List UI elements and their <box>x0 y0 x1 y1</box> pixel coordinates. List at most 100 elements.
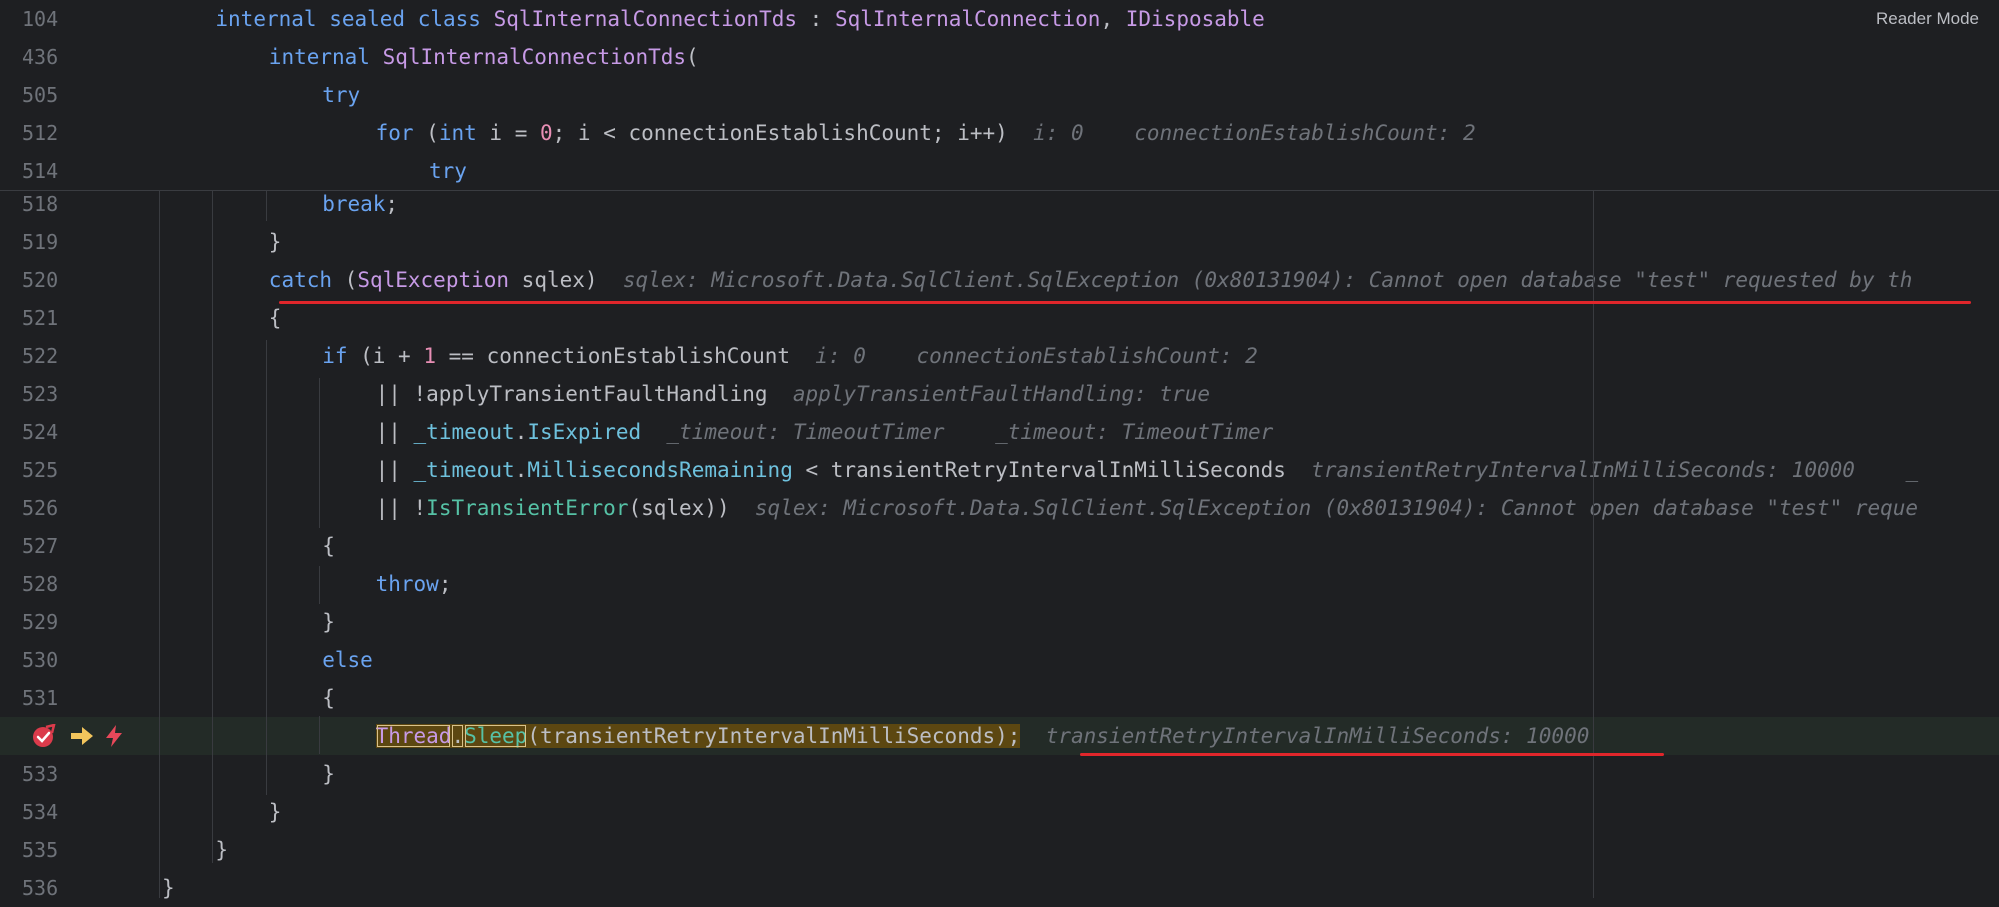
gutter[interactable]: 505 <box>0 76 150 114</box>
code-text[interactable]: || !IsTransientError(sqlex)) sqlex: Micr… <box>376 489 1918 527</box>
code-text[interactable]: try <box>322 76 360 114</box>
code-text[interactable]: { <box>322 679 335 717</box>
gutter[interactable]: 533 <box>0 755 150 793</box>
code-text[interactable]: { <box>322 527 335 565</box>
gutter[interactable]: 523 <box>0 375 150 413</box>
code-token: { <box>268 306 282 330</box>
line-number: 531 <box>22 686 59 710</box>
code-token: } <box>268 800 282 824</box>
code-line[interactable]: 530 else <box>0 641 1999 679</box>
reader-mode-toggle[interactable]: Reader Mode <box>1876 9 1979 29</box>
code-text[interactable]: } <box>269 793 282 831</box>
code-token: || !applyTransientFaultHandling <box>375 382 768 406</box>
code-line[interactable]: 523 || !applyTransientFaultHandling apply… <box>0 375 1999 413</box>
code-text[interactable]: for (int i = 0; i < connectionEstablishC… <box>376 114 1476 152</box>
breakpoint-icon[interactable] <box>32 724 56 748</box>
line-number: 525 <box>22 458 59 482</box>
code-line[interactable]: 526 || !IsTransientError(sqlex)) sqlex: M… <box>0 489 1999 527</box>
code-text[interactable]: { <box>269 299 282 337</box>
code-token: internal <box>268 45 383 69</box>
code-line[interactable]: 512 for (int i = 0; i < connectionEstabli… <box>0 114 1999 152</box>
code-line[interactable]: 525 || _timeout.MillisecondsRemaining < t… <box>0 451 1999 489</box>
code-line-current[interactable]: Thread.Sleep(transientRetryIntervalInMil… <box>0 717 1999 755</box>
code-token: i = <box>476 121 540 145</box>
line-number: 523 <box>22 382 59 406</box>
code-line[interactable]: 529} <box>0 603 1999 641</box>
gutter[interactable]: 526 <box>0 489 150 527</box>
annotation-underline-catch <box>279 301 1971 304</box>
gutter[interactable]: 522 <box>0 337 150 375</box>
code-line[interactable]: 520 catch (SqlException sqlex) sqlex: Mic… <box>0 261 1999 299</box>
code-line[interactable]: 527 { <box>0 527 1999 565</box>
code-line[interactable]: 533} <box>0 755 1999 793</box>
code-line[interactable]: 521 { <box>0 299 1999 337</box>
gutter[interactable]: 528 <box>0 565 150 603</box>
code-token: : <box>797 7 835 31</box>
code-editor[interactable]: 104 internal sealed class SqlInternalConn… <box>0 0 1999 900</box>
code-token: ; <box>385 192 399 216</box>
code-text[interactable]: throw; <box>376 565 452 603</box>
code-token: sqlex) <box>509 268 598 292</box>
code-line[interactable]: 514 try <box>0 152 1999 190</box>
gutter[interactable]: 436 <box>0 38 150 76</box>
lightning-icon[interactable] <box>102 724 126 748</box>
code-line[interactable]: 536} <box>0 869 1999 907</box>
code-token: } <box>322 610 335 634</box>
code-text[interactable]: catch (SqlException sqlex) sqlex: Micros… <box>269 261 1913 299</box>
code-line[interactable]: 524 || _timeout.IsExpired _timeout: Timeo… <box>0 413 1999 451</box>
gutter[interactable]: 520 <box>0 261 150 299</box>
code-text[interactable]: || !applyTransientFaultHandling applyTra… <box>376 375 1210 413</box>
code-token: } <box>215 838 229 862</box>
code-line[interactable]: 535} <box>0 831 1999 869</box>
gutter[interactable]: 524 <box>0 413 150 451</box>
line-number: 522 <box>22 344 59 368</box>
code-line[interactable]: 519} <box>0 223 1999 261</box>
code-text[interactable]: || _timeout.MillisecondsRemaining < tran… <box>376 451 1919 489</box>
code-text[interactable]: else <box>322 641 373 679</box>
code-line[interactable]: 522 if (i + 1 == connectionEstablishCount… <box>0 337 1999 375</box>
line-number: 534 <box>22 800 59 824</box>
code-text[interactable]: if (i + 1 == connectionEstablishCount i:… <box>322 337 1258 375</box>
code-text[interactable]: || _timeout.IsExpired _timeout: TimeoutT… <box>376 413 1274 451</box>
code-text[interactable]: } <box>322 755 335 793</box>
code-text[interactable]: } <box>269 223 282 261</box>
gutter[interactable]: 530 <box>0 641 150 679</box>
code-text[interactable]: } <box>322 603 335 641</box>
code-token: . <box>514 458 528 482</box>
gutter[interactable]: 531 <box>0 679 150 717</box>
gutter[interactable]: 534 <box>0 793 150 831</box>
code-line[interactable]: 104 internal sealed class SqlInternalConn… <box>0 0 1999 38</box>
gutter[interactable]: 521 <box>0 299 150 337</box>
inline-debug-value: applyTransientFaultHandling: true <box>767 382 1211 406</box>
gutter[interactable]: 529 <box>0 603 150 641</box>
gutter[interactable]: 514 <box>0 152 150 190</box>
gutter[interactable]: 525 <box>0 451 150 489</box>
code-token: break <box>322 192 386 216</box>
code-line[interactable]: 534} <box>0 793 1999 831</box>
gutter[interactable]: 536 <box>0 869 150 907</box>
code-text[interactable]: try <box>429 152 467 190</box>
code-text[interactable]: } <box>215 831 228 869</box>
code-line[interactable]: 505 try <box>0 76 1999 114</box>
gutter[interactable]: 527 <box>0 527 150 565</box>
inline-debug-value: transientRetryIntervalInMilliSeconds: 10… <box>1285 458 1919 482</box>
code-text[interactable]: } <box>162 869 175 907</box>
annotation-underline-inlay <box>1080 753 1664 756</box>
code-token: < transientRetryIntervalInMilliSeconds <box>792 458 1286 482</box>
code-token: { <box>322 534 335 558</box>
gutter[interactable]: 104 <box>0 0 150 38</box>
code-token: || ! <box>375 496 427 520</box>
code-token: Sleep <box>464 724 528 748</box>
code-line[interactable]: 531 { <box>0 679 1999 717</box>
gutter[interactable]: 512 <box>0 114 150 152</box>
code-line[interactable]: 436 internal SqlInternalConnectionTds( <box>0 38 1999 76</box>
code-text[interactable]: internal SqlInternalConnectionTds( <box>269 38 699 76</box>
gutter[interactable] <box>0 717 150 755</box>
code-text[interactable]: internal sealed class SqlInternalConnect… <box>215 0 1264 38</box>
sticky-scroll-header[interactable]: 104 internal sealed class SqlInternalConn… <box>0 0 1999 191</box>
gutter[interactable]: 519 <box>0 223 150 261</box>
code-token: } <box>162 876 175 900</box>
code-text[interactable]: Thread.Sleep(transientRetryIntervalInMil… <box>375 717 1589 755</box>
gutter[interactable]: 535 <box>0 831 150 869</box>
code-line[interactable]: 528 throw; <box>0 565 1999 603</box>
